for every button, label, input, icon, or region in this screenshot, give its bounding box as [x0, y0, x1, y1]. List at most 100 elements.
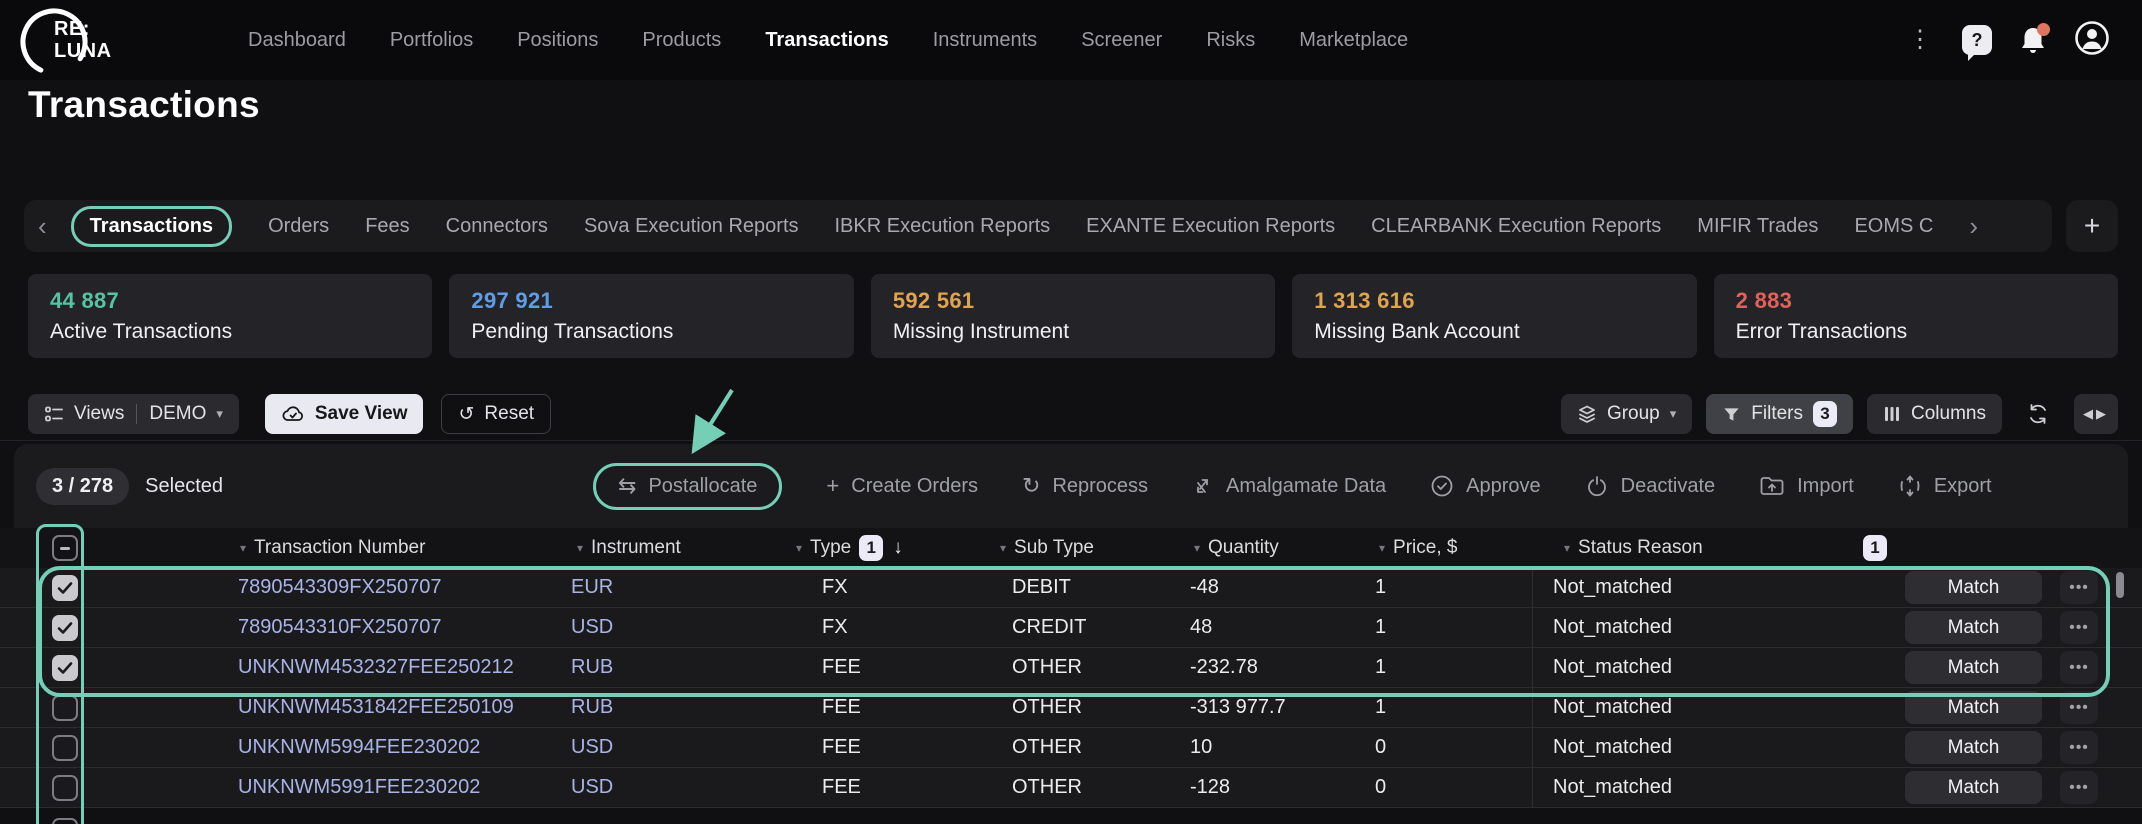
tabs-scroll-left-icon[interactable]: ‹ [38, 213, 47, 239]
table-row[interactable]: 7890543310FX250707 USD FX CREDIT 48 1 No… [0, 608, 2142, 648]
nav-item-positions[interactable]: Positions [517, 29, 598, 52]
transaction-number-link[interactable]: 7890543309FX250707 [238, 576, 442, 598]
tab-ibkr-execution-reports[interactable]: IBKR Execution Reports [835, 215, 1051, 238]
save-view-button[interactable]: Save View [265, 394, 424, 434]
approve-button[interactable]: Approve [1430, 474, 1541, 498]
table-row[interactable]: UNKNWM4532327FEE250212 RUB FEE OTHER -23… [0, 648, 2142, 688]
row-more-icon[interactable]: ••• [2060, 691, 2098, 724]
instrument-link[interactable]: RUB [571, 696, 613, 718]
table-row[interactable]: UNKNWM5991FEE230202 USD FEE OTHER -128 0… [0, 768, 2142, 808]
stat-card-pending-transactions[interactable]: 297 921 Pending Transactions [449, 274, 853, 358]
column-menu-icon[interactable]: ▾ [1000, 541, 1006, 555]
tab-sova-execution-reports[interactable]: Sova Execution Reports [584, 215, 799, 238]
columns-button[interactable]: Columns [1867, 394, 2002, 434]
row-checkbox[interactable] [52, 615, 78, 641]
user-avatar-icon[interactable] [2074, 20, 2110, 61]
transaction-number-link[interactable]: UNKNWM4531842FEE250109 [238, 696, 514, 718]
transaction-number-link[interactable]: UNKNWM5994FEE230202 [238, 736, 480, 758]
row-more-icon[interactable]: ••• [2060, 651, 2098, 684]
table-row[interactable]: 7890543309FX250707 EUR FX DEBIT -48 1 No… [0, 568, 2142, 608]
notifications-bell-icon[interactable] [2018, 24, 2048, 56]
column-menu-icon[interactable]: ▾ [577, 541, 583, 555]
nav-item-dashboard[interactable]: Dashboard [248, 29, 346, 52]
match-button[interactable]: Match [1905, 691, 2042, 724]
tab-connectors[interactable]: Connectors [446, 215, 548, 238]
filters-button[interactable]: Filters 3 [1706, 394, 1853, 434]
match-button[interactable]: Match [1905, 771, 2042, 804]
instrument-link[interactable]: EUR [571, 576, 613, 598]
nav-item-marketplace[interactable]: Marketplace [1299, 29, 1408, 52]
row-checkbox[interactable] [52, 575, 78, 601]
nav-item-portfolios[interactable]: Portfolios [390, 29, 473, 52]
import-button[interactable]: Import [1759, 475, 1854, 498]
column-menu-icon[interactable]: ▾ [796, 541, 802, 555]
instrument-link[interactable]: RUB [571, 656, 613, 678]
column-header-quantity[interactable]: ▾ Quantity [1190, 537, 1375, 559]
column-header-instrument[interactable]: ▾ Instrument [565, 537, 790, 559]
table-scrollbar-thumb[interactable] [2116, 572, 2124, 598]
tab-transactions[interactable]: Transactions [71, 206, 232, 247]
column-header-status-reason[interactable]: ▾ Status Reason [1532, 537, 1845, 559]
instrument-link[interactable]: USD [571, 776, 613, 798]
views-dropdown[interactable]: Views DEMO ▾ [28, 394, 239, 434]
column-menu-icon[interactable]: ▾ [1194, 541, 1200, 555]
stat-card-error-transactions[interactable]: 2 883 Error Transactions [1714, 274, 2118, 358]
instrument-link[interactable]: USD [571, 736, 613, 758]
row-checkbox[interactable] [52, 775, 78, 801]
postallocate-button[interactable]: ⇆ Postallocate [593, 463, 782, 510]
stat-card-missing-bank-account[interactable]: 1 313 616 Missing Bank Account [1292, 274, 1696, 358]
add-tab-button[interactable]: + [2066, 200, 2118, 252]
match-button[interactable]: Match [1905, 731, 2042, 764]
column-header-sub-type[interactable]: ▾ Sub Type [1000, 537, 1190, 559]
table-row[interactable]: UNKNWM4531842FEE250109 RUB FEE OTHER -31… [0, 688, 2142, 728]
tab-exante-execution-reports[interactable]: EXANTE Execution Reports [1086, 215, 1335, 238]
transaction-number-link[interactable]: UNKNWM5991FEE230202 [238, 776, 480, 798]
group-dropdown[interactable]: Group ▾ [1561, 394, 1692, 434]
table-row[interactable]: UNKNWM5994FEE230202 USD FEE OTHER 10 0 N… [0, 728, 2142, 768]
row-checkbox[interactable] [52, 655, 78, 681]
kebab-menu-icon[interactable]: ⋮ [1904, 28, 1936, 52]
deactivate-button[interactable]: Deactivate [1585, 474, 1716, 498]
nav-item-instruments[interactable]: Instruments [933, 29, 1037, 52]
row-checkbox[interactable] [52, 695, 78, 721]
tab-orders[interactable]: Orders [268, 215, 329, 238]
stat-card-missing-instrument[interactable]: 592 561 Missing Instrument [871, 274, 1275, 358]
transaction-number-link[interactable]: UNKNWM4532327FEE250212 [238, 656, 514, 678]
column-header-price[interactable]: ▾ Price, $ [1375, 537, 1532, 559]
match-button[interactable]: Match [1905, 651, 2042, 684]
tab-fees[interactable]: Fees [365, 215, 409, 238]
row-more-icon[interactable]: ••• [2060, 771, 2098, 804]
tab-eoms[interactable]: EOMS C [1854, 215, 1933, 238]
column-menu-icon[interactable]: ▾ [1379, 541, 1385, 555]
row-checkbox[interactable] [52, 818, 78, 824]
stat-card-active-transactions[interactable]: 44 887 Active Transactions [28, 274, 432, 358]
export-button[interactable]: Export [1898, 474, 1992, 498]
help-icon[interactable]: ? [1962, 25, 1992, 55]
sort-descending-icon[interactable]: ↓ [893, 537, 903, 559]
row-checkbox[interactable] [52, 735, 78, 761]
column-menu-icon[interactable]: ▾ [1564, 541, 1570, 555]
collapse-expand-panel-icon[interactable]: ◀▶ [2074, 394, 2118, 434]
tab-clearbank-execution-reports[interactable]: CLEARBANK Execution Reports [1371, 215, 1661, 238]
match-button[interactable]: Match [1905, 611, 2042, 644]
reprocess-button[interactable]: ↻ Reprocess [1022, 475, 1148, 498]
row-more-icon[interactable]: ••• [2060, 611, 2098, 644]
row-more-icon[interactable]: ••• [2060, 731, 2098, 764]
tab-mifir-trades[interactable]: MIFIR Trades [1697, 215, 1818, 238]
select-all-checkbox[interactable] [52, 535, 78, 561]
nav-item-risks[interactable]: Risks [1206, 29, 1255, 52]
nav-item-transactions[interactable]: Transactions [765, 29, 888, 52]
column-header-type[interactable]: ▾ Type 1 ↓ [790, 535, 1000, 561]
amalgamate-data-button[interactable]: Amalgamate Data [1192, 475, 1386, 498]
nav-item-screener[interactable]: Screener [1081, 29, 1162, 52]
refresh-icon[interactable] [2016, 394, 2060, 434]
create-orders-button[interactable]: + Create Orders [826, 475, 978, 498]
instrument-link[interactable]: USD [571, 616, 613, 638]
transaction-number-link[interactable]: 7890543310FX250707 [238, 616, 442, 638]
match-button[interactable]: Match [1905, 571, 2042, 604]
app-logo[interactable]: RE: LUNA [18, 2, 138, 78]
reset-button[interactable]: ↺ Reset [441, 394, 551, 434]
tabs-scroll-right-icon[interactable]: › [1969, 213, 1978, 239]
row-more-icon[interactable]: ••• [2060, 571, 2098, 604]
column-header-transaction-number[interactable]: ▾ Transaction Number [90, 537, 565, 559]
